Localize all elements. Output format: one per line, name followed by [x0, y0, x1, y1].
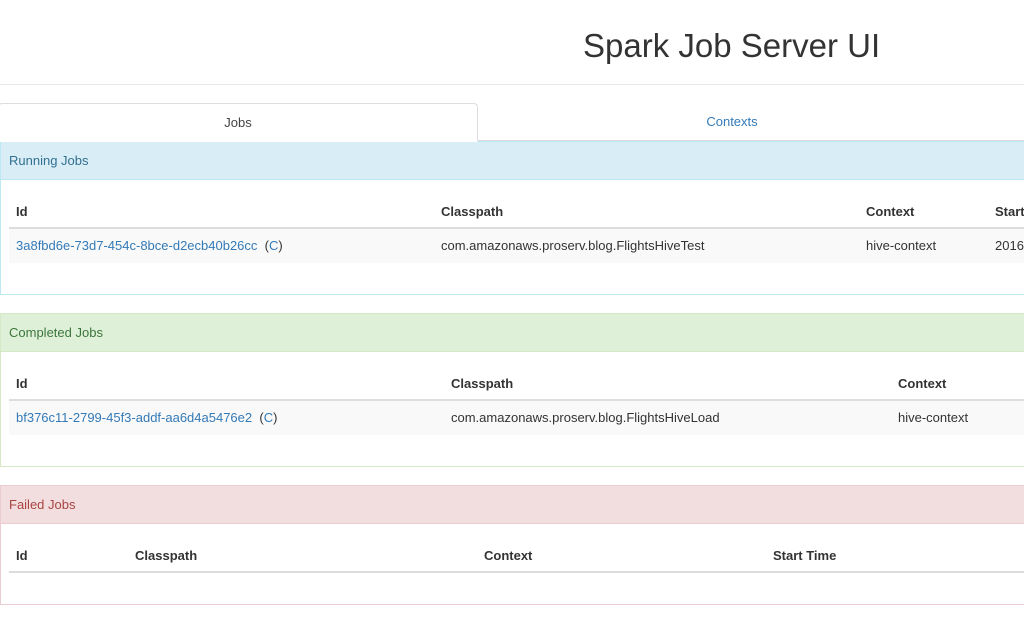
completed-jobs-heading: Completed Jobs: [1, 314, 1024, 352]
start-time-cell: 2016: [995, 238, 1024, 253]
context-cell: hive-context: [898, 410, 969, 425]
job-id-cell: bf376c11-2799-45f3-addf-aa6d4a5476e2 (C): [16, 410, 278, 425]
column-header-context: Context: [898, 376, 947, 391]
table-header-divider: [9, 571, 1024, 573]
column-header-start-time: Start Time: [773, 548, 837, 563]
classpath-cell: com.amazonaws.proserv.blog.FlightsHiveLo…: [451, 410, 720, 425]
column-header-classpath: Classpath: [135, 548, 198, 563]
column-header-context: Context: [484, 548, 533, 563]
failed-jobs-heading: Failed Jobs: [1, 486, 1024, 524]
page-header: Spark Job Server UI: [0, 0, 1024, 85]
failed-jobs-panel: Failed Jobs Id Classpath Context Start T…: [0, 485, 1024, 605]
running-jobs-heading: Running Jobs: [1, 142, 1024, 180]
column-header-classpath: Classpath: [451, 376, 514, 391]
completed-jobs-panel: Completed Jobs Id Classpath Context bf37…: [0, 313, 1024, 467]
column-header-start: Start: [995, 204, 1024, 219]
job-id-link[interactable]: 3a8fbd6e-73d7-454c-8bce-d2ecb40b26cc: [16, 238, 257, 253]
job-config-link[interactable]: C: [269, 238, 278, 253]
context-cell: hive-context: [866, 238, 937, 253]
job-id-link[interactable]: bf376c11-2799-45f3-addf-aa6d4a5476e2: [16, 410, 252, 425]
column-header-id: Id: [16, 548, 28, 563]
classpath-cell: com.amazonaws.proserv.blog.FlightsHiveTe…: [441, 238, 705, 253]
column-header-id: Id: [16, 376, 28, 391]
column-header-id: Id: [16, 204, 28, 219]
job-config-link[interactable]: C: [264, 410, 273, 425]
page-title: Spark Job Server UI: [583, 27, 881, 64]
column-header-context: Context: [866, 204, 915, 219]
job-id-cell: 3a8fbd6e-73d7-454c-8bce-d2ecb40b26cc (C): [16, 238, 283, 253]
tab-bar: Jobs Contexts: [0, 103, 1024, 142]
running-jobs-panel: Running Jobs Id Classpath Context Start …: [0, 141, 1024, 295]
tab-contexts[interactable]: Contexts: [478, 103, 986, 140]
tab-jobs[interactable]: Jobs: [0, 103, 478, 142]
column-header-classpath: Classpath: [441, 204, 504, 219]
